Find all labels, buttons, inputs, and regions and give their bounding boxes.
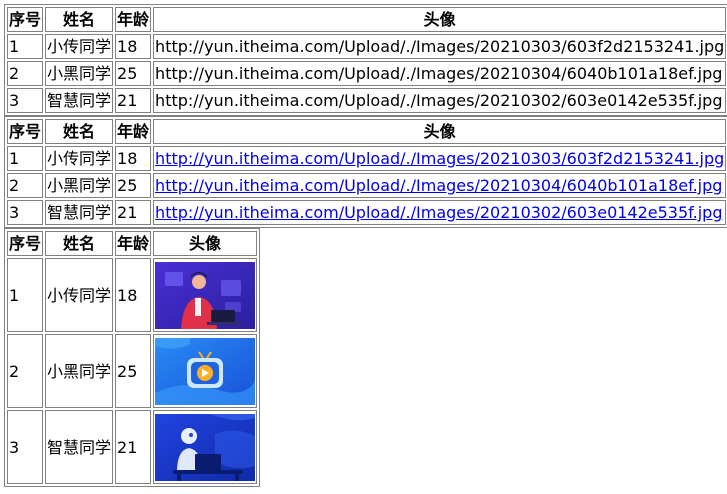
cell-age: 21 — [115, 88, 152, 113]
cell-age: 25 — [115, 61, 152, 86]
table-header-row: 序号 姓名 年龄 头像 — [7, 231, 258, 256]
table-row: 1 小传同学 18 — [7, 258, 258, 332]
cell-name: 小黑同学 — [45, 173, 114, 198]
table-row: 2 小黑同学 25 http://yun.itheima.com/Upload/… — [7, 61, 727, 86]
cell-id: 3 — [7, 88, 44, 113]
table-header-row: 序号 姓名 年龄 头像 — [7, 119, 727, 144]
students-table-links: 序号 姓名 年龄 头像 1 小传同学 18 http://yun.itheima… — [4, 116, 727, 228]
cell-id: 1 — [7, 146, 44, 171]
cell-avatar-link-cell: http://yun.itheima.com/Upload/./Images/2… — [153, 173, 727, 198]
cell-id: 2 — [7, 334, 44, 408]
table-row: 2 小黑同学 25 — [7, 334, 258, 408]
cell-age: 21 — [115, 410, 152, 484]
table-row: 3 智慧同学 21 — [7, 410, 258, 484]
cell-name: 小传同学 — [45, 146, 114, 171]
cell-avatar-url: http://yun.itheima.com/Upload/./Images/2… — [153, 61, 727, 86]
avatar-link[interactable]: http://yun.itheima.com/Upload/./Images/2… — [155, 149, 724, 168]
cell-age: 21 — [115, 200, 152, 225]
tv-play-button-icon — [155, 337, 256, 405]
cell-id: 1 — [7, 258, 44, 332]
cell-avatar-link-cell: http://yun.itheima.com/Upload/./Images/2… — [153, 200, 727, 225]
header-avatar: 头像 — [153, 7, 727, 32]
cell-id: 1 — [7, 34, 44, 59]
cell-id: 2 — [7, 173, 44, 198]
cell-age: 18 — [115, 34, 152, 59]
cell-id: 3 — [7, 410, 44, 484]
robot-at-desk-icon — [155, 413, 256, 481]
cell-avatar-image — [153, 334, 258, 408]
cell-avatar-link-cell: http://yun.itheima.com/Upload/./Images/2… — [153, 146, 727, 171]
cell-age: 25 — [115, 334, 152, 408]
cell-name: 智慧同学 — [45, 200, 114, 225]
cell-name: 小传同学 — [45, 258, 114, 332]
header-age: 年龄 — [115, 119, 152, 144]
cell-name: 智慧同学 — [45, 88, 114, 113]
avatar-link[interactable]: http://yun.itheima.com/Upload/./Images/2… — [155, 176, 722, 195]
header-avatar: 头像 — [153, 119, 727, 144]
cell-avatar-url: http://yun.itheima.com/Upload/./Images/2… — [153, 34, 727, 59]
cell-avatar-image — [153, 258, 258, 332]
table-row: 1 小传同学 18 http://yun.itheima.com/Upload/… — [7, 146, 727, 171]
cell-name: 小黑同学 — [45, 334, 114, 408]
header-age: 年龄 — [115, 7, 152, 32]
cell-name: 小传同学 — [45, 34, 114, 59]
table-row: 2 小黑同学 25 http://yun.itheima.com/Upload/… — [7, 173, 727, 198]
cell-avatar-image — [153, 410, 258, 484]
header-name: 姓名 — [45, 7, 114, 32]
students-table-text: 序号 姓名 年龄 头像 1 小传同学 18 http://yun.itheima… — [4, 4, 727, 116]
header-avatar: 头像 — [153, 231, 258, 256]
cell-age: 25 — [115, 173, 152, 198]
table-row: 3 智慧同学 21 http://yun.itheima.com/Upload/… — [7, 200, 727, 225]
header-id: 序号 — [7, 231, 44, 256]
avatar-link[interactable]: http://yun.itheima.com/Upload/./Images/2… — [155, 203, 722, 222]
students-table-images: 序号 姓名 年龄 头像 1 小传同学 18 2 小黑同学 25 3 智慧同学 2… — [4, 228, 261, 487]
cell-age: 18 — [115, 258, 152, 332]
cell-name: 智慧同学 — [45, 410, 114, 484]
header-name: 姓名 — [45, 119, 114, 144]
header-id: 序号 — [7, 119, 44, 144]
cell-age: 18 — [115, 146, 152, 171]
table-header-row: 序号 姓名 年龄 头像 — [7, 7, 727, 32]
cell-id: 3 — [7, 200, 44, 225]
cell-avatar-url: http://yun.itheima.com/Upload/./Images/2… — [153, 88, 727, 113]
person-at-laptop-icon — [155, 261, 256, 329]
cell-id: 2 — [7, 61, 44, 86]
header-id: 序号 — [7, 7, 44, 32]
table-row: 1 小传同学 18 http://yun.itheima.com/Upload/… — [7, 34, 727, 59]
cell-name: 小黑同学 — [45, 61, 114, 86]
page: 序号 姓名 年龄 头像 1 小传同学 18 http://yun.itheima… — [0, 0, 727, 487]
header-name: 姓名 — [45, 231, 114, 256]
table-row: 3 智慧同学 21 http://yun.itheima.com/Upload/… — [7, 88, 727, 113]
header-age: 年龄 — [115, 231, 152, 256]
